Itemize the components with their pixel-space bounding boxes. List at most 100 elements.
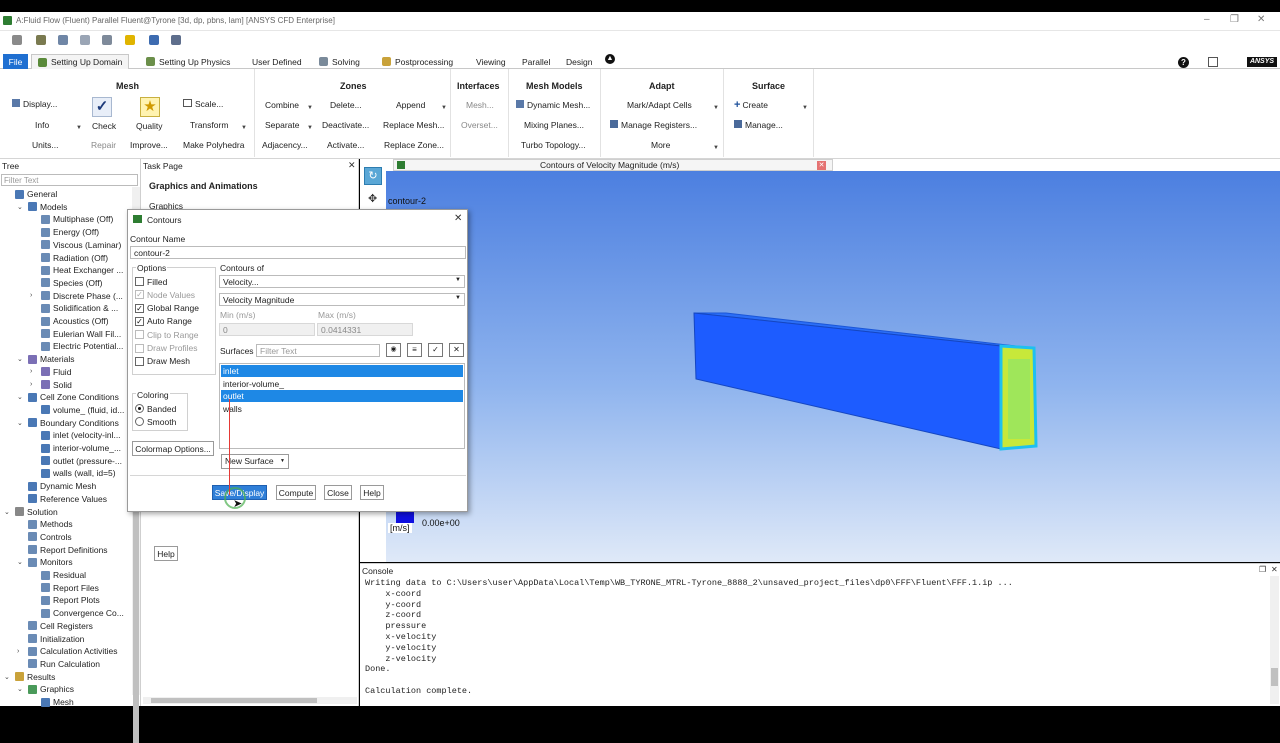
pdf-icon[interactable] [171, 35, 181, 45]
tree-item[interactable]: Cell Registers [17, 620, 93, 632]
help-icon[interactable]: ? [1178, 57, 1189, 68]
more-dropdown-icon[interactable]: ▼ [713, 145, 719, 151]
deselect-all-icon[interactable]: ✕ [449, 343, 464, 357]
tree-item[interactable]: volume_ (fluid, id... [30, 404, 124, 416]
tree-item[interactable]: › Solid [30, 379, 72, 391]
tree-item[interactable]: Methods [17, 518, 73, 530]
option-checkbox[interactable]: ✓ [135, 316, 144, 326]
surface-list-item[interactable]: walls [221, 403, 463, 415]
combine-dropdown-icon[interactable]: ▼ [307, 105, 313, 111]
open-icon[interactable] [12, 35, 22, 45]
tree-item[interactable]: Run Calculation [17, 658, 100, 670]
tree-item[interactable]: ⌄ Models [17, 201, 67, 213]
mixing-planes-button[interactable]: Mixing Planes... [524, 120, 584, 130]
tree-item[interactable]: Solidification & ... [30, 302, 118, 314]
coloring-radio[interactable] [135, 417, 144, 426]
console-undock-icon[interactable]: ❐ [1259, 565, 1266, 574]
tree-item[interactable]: ⌄ Materials [17, 353, 74, 365]
contour-name-input[interactable]: contour-2 [130, 246, 466, 259]
option-checkbox[interactable] [135, 343, 144, 353]
tree-item[interactable]: ⌄ Boundary Conditions [17, 417, 119, 429]
tab-user-defined[interactable]: User Defined [246, 54, 308, 69]
check-button[interactable]: Check [92, 121, 116, 131]
compute-button[interactable]: Compute [276, 485, 316, 500]
tree-item[interactable]: ⌄ Results [4, 671, 55, 683]
tree-item[interactable]: General [4, 188, 57, 200]
overset-button[interactable]: Overset... [461, 120, 498, 130]
delete-button[interactable]: Delete... [330, 100, 362, 110]
expand-arrow-icon[interactable]: ⌄ [17, 419, 25, 427]
manage-registers-button[interactable]: Manage Registers... [610, 120, 697, 130]
tab-solving[interactable]: Solving [313, 54, 366, 69]
check-all-icon[interactable]: ✓ [428, 343, 443, 357]
console-output[interactable]: Writing data to C:\Users\user\AppData\Lo… [365, 578, 1013, 697]
combine-button[interactable]: Combine [265, 100, 299, 110]
append-dropdown-icon[interactable]: ▼ [441, 105, 447, 111]
tree-item[interactable]: Report Plots [30, 594, 100, 606]
tree-item[interactable]: ⌄ Solution [4, 506, 58, 518]
tree-item[interactable]: ⌄ Monitors [17, 556, 73, 568]
separate-dropdown-icon[interactable]: ▼ [307, 125, 313, 131]
task-help-button[interactable]: Help [154, 546, 178, 561]
replace-zone-button[interactable]: Replace Zone... [384, 140, 444, 150]
help-button[interactable]: Help [360, 485, 384, 500]
layout-menu-icon[interactable] [1208, 57, 1218, 67]
task-hscrollbar-thumb[interactable] [151, 698, 317, 703]
tree-item[interactable]: Controls [17, 531, 72, 543]
info-dropdown-icon[interactable]: ▼ [76, 125, 82, 131]
tree-item[interactable]: Energy (Off) [30, 226, 99, 238]
surfaces-list[interactable]: inlet interior-volume_ outlet walls [219, 363, 465, 449]
close-graphics-tab-icon[interactable]: ✕ [817, 161, 826, 170]
tab-setting-up-physics[interactable]: Setting Up Physics [140, 54, 236, 69]
expand-arrow-icon[interactable]: ⌄ [17, 558, 25, 566]
activate-button[interactable]: Activate... [327, 140, 364, 150]
surface-filter-icon[interactable]: ◉ [386, 343, 401, 357]
append-button[interactable]: Append [396, 100, 425, 110]
collapse-ribbon-icon[interactable]: ▲ [605, 54, 615, 64]
replace-mesh-button[interactable]: Replace Mesh... [383, 120, 444, 130]
select-all-icon[interactable]: ≡ [407, 343, 422, 357]
workbench-icon[interactable] [58, 35, 68, 45]
tree-item[interactable]: › Calculation Activities [17, 645, 117, 657]
adjacency-button[interactable]: Adjacency... [262, 140, 308, 150]
tree-item[interactable]: ⌄ Cell Zone Conditions [17, 391, 119, 403]
collapse-arrow-icon[interactable]: › [30, 292, 38, 299]
repair-button[interactable]: Repair [91, 140, 116, 150]
tree-item[interactable]: Initialization [17, 633, 84, 645]
coloring-radio[interactable] [135, 404, 144, 413]
option-checkbox[interactable] [135, 277, 144, 286]
max-value-field[interactable]: 0.0414331 [317, 323, 413, 336]
tree-item[interactable]: Reference Values [17, 493, 107, 505]
tree-item[interactable]: Report Files [30, 582, 99, 594]
tree-item[interactable]: Radiation (Off) [30, 252, 108, 264]
tree-item[interactable]: inlet (velocity-inl... [30, 429, 121, 441]
transform-dropdown-icon[interactable]: ▼ [241, 125, 247, 131]
tree-item[interactable]: interior-volume_... [30, 442, 121, 454]
tree-item[interactable]: Residual [30, 569, 86, 581]
expand-arrow-icon[interactable]: ⌄ [17, 355, 25, 363]
tree-item[interactable]: ⌄ Graphics [17, 683, 74, 695]
info-button[interactable]: Info [35, 120, 49, 130]
surface-list-item[interactable]: outlet [221, 390, 463, 403]
collapse-arrow-icon[interactable]: › [30, 368, 38, 375]
pan-icon[interactable]: ✥ [368, 192, 377, 205]
close-button[interactable]: Close [324, 485, 352, 500]
expand-arrow-icon[interactable]: ⌄ [17, 685, 25, 693]
collapse-arrow-icon[interactable]: › [30, 381, 38, 388]
tree-item[interactable]: Electric Potential... [30, 340, 123, 352]
option-checkbox[interactable]: ✓ [135, 303, 144, 313]
contours-of-category-select[interactable]: Velocity... ▼ [219, 275, 465, 288]
tree-item[interactable]: outlet (pressure-... [30, 455, 122, 467]
tree-item[interactable]: Eulerian Wall Fil... [30, 328, 121, 340]
dialog-close-icon[interactable]: ✕ [454, 213, 462, 224]
tree-item[interactable]: Heat Exchanger ... [30, 264, 123, 276]
tab-postprocessing[interactable]: Postprocessing [376, 54, 459, 69]
tree-item[interactable]: Mesh [30, 696, 74, 708]
contours-of-variable-select[interactable]: Velocity Magnitude ▼ [219, 293, 465, 306]
expand-arrow-icon[interactable]: ⌄ [17, 393, 25, 401]
tree-item[interactable]: walls (wall, id=5) [30, 467, 116, 479]
quality-button[interactable]: Quality [136, 121, 162, 131]
expand-arrow-icon[interactable]: ⌄ [17, 203, 25, 211]
option-checkbox[interactable] [135, 356, 144, 366]
graphics-tab[interactable]: Contours of Velocity Magnitude (m/s) ✕ [393, 159, 833, 171]
